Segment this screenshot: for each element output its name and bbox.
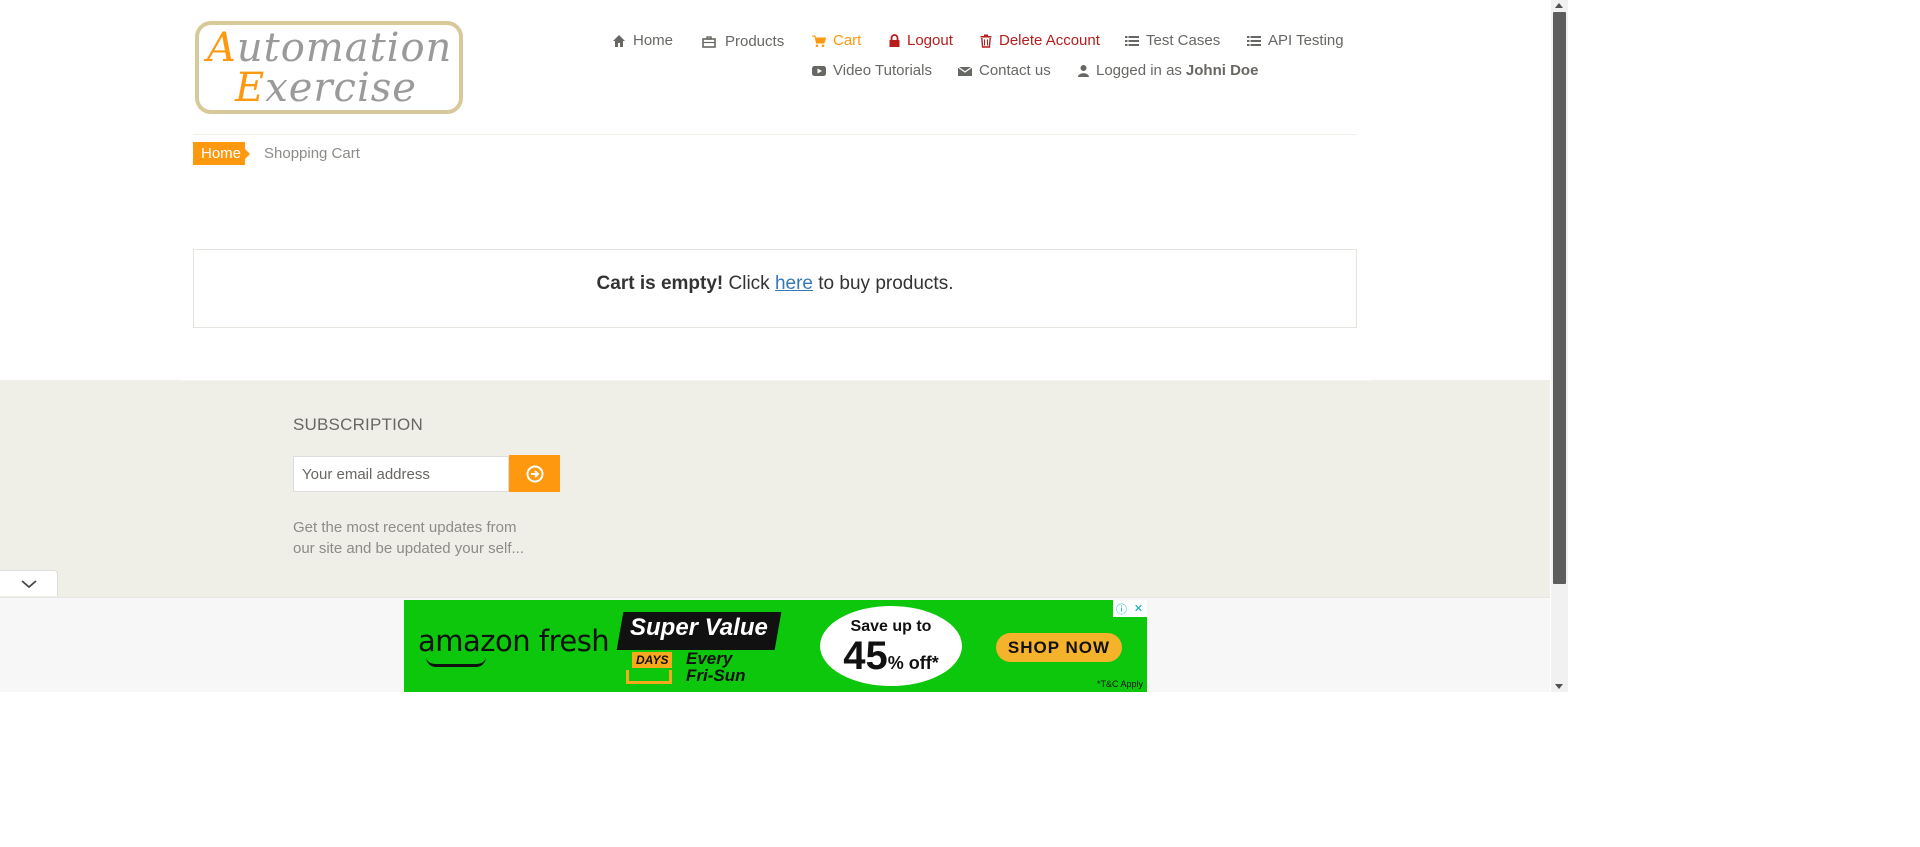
footer: [0, 380, 1550, 600]
nav-contact-us-label: Contact us: [979, 62, 1051, 79]
scrollbar-thumb[interactable]: [1553, 12, 1566, 584]
ad-collapse-toggle[interactable]: [0, 570, 58, 596]
nav-api-testing[interactable]: API Testing: [1247, 32, 1344, 49]
ad-controls: ⓘ ✕: [1113, 600, 1147, 617]
logged-in-prefix: Logged in as: [1096, 62, 1182, 79]
empty-cart-click-text: Click: [723, 273, 775, 294]
nav-cart-label: Cart: [833, 32, 862, 49]
ad-cart-icon: [626, 670, 672, 684]
ad-shop-now-button[interactable]: SHOP NOW: [996, 633, 1122, 662]
nav-home[interactable]: Home: [612, 32, 673, 49]
lock-icon: [889, 33, 900, 47]
nav-test-cases-label: Test Cases: [1146, 32, 1221, 49]
logo-line-2: Exercise: [235, 65, 417, 111]
ad-discount-badge: Save up to 45% off*: [820, 606, 962, 686]
subscribe-button[interactable]: [509, 455, 560, 492]
ad-terms: *T&C Apply: [1096, 679, 1143, 689]
nav-logout[interactable]: Logout: [889, 32, 953, 49]
nav-cart[interactable]: Cart: [812, 32, 861, 49]
list-icon: [1247, 35, 1261, 46]
briefcase-icon: [702, 35, 716, 48]
nav-logged-in-as: Logged in as Johni Doe: [1078, 62, 1258, 79]
site-logo[interactable]: Automation Exercise: [195, 21, 463, 114]
breadcrumb-current: Shopping Cart: [264, 145, 360, 162]
nav-video-tutorials-label: Video Tutorials: [833, 62, 932, 79]
nav-test-cases[interactable]: Test Cases: [1125, 32, 1220, 49]
envelope-icon: [958, 66, 972, 76]
cart-icon: [812, 35, 826, 47]
logged-in-username: Johni Doe: [1185, 62, 1259, 79]
empty-cart-message: Cart is empty! Click here to buy product…: [193, 249, 1357, 328]
subscription-email-input[interactable]: Your email address: [293, 456, 509, 492]
buy-products-link[interactable]: here: [775, 273, 813, 294]
amazon-smile-icon: [426, 657, 486, 667]
nav-products-label: Products: [725, 33, 785, 50]
breadcrumb-home[interactable]: Home: [193, 142, 250, 165]
subscription-description: Get the most recent updates from our sit…: [293, 519, 524, 557]
ad-days: DAYS: [632, 652, 673, 668]
home-icon: [613, 34, 625, 47]
nav-products[interactable]: Products: [702, 33, 784, 50]
chevron-down-icon: [20, 579, 37, 588]
nav-home-label: Home: [633, 32, 674, 49]
close-icon[interactable]: ✕: [1130, 600, 1147, 617]
page-scrollbar[interactable]: [1551, 0, 1568, 692]
scroll-down-arrow[interactable]: [1555, 684, 1563, 689]
nav-delete-account[interactable]: Delete Account: [980, 32, 1100, 49]
list-icon: [1125, 35, 1139, 46]
nav-logout-label: Logout: [907, 32, 953, 49]
subscription-title: SUBSCRIPTION: [293, 415, 423, 434]
trash-icon: [980, 34, 992, 48]
youtube-icon: [812, 65, 826, 76]
scroll-up-arrow[interactable]: [1555, 3, 1563, 8]
nav-delete-account-label: Delete Account: [999, 32, 1100, 49]
nav-contact-us[interactable]: Contact us: [958, 62, 1051, 79]
header-divider: [193, 134, 1357, 135]
arrow-circle-right-icon: [526, 465, 543, 482]
empty-cart-suffix: to buy products.: [813, 273, 954, 294]
nav-api-testing-label: API Testing: [1268, 32, 1344, 49]
info-icon[interactable]: ⓘ: [1113, 600, 1130, 617]
nav-video-tutorials[interactable]: Video Tutorials: [812, 62, 932, 79]
empty-cart-heading: Cart is empty!: [596, 273, 724, 294]
ad-brand: amazon fresh: [418, 624, 610, 658]
ad-every-fri-sun: Every Fri-Sun: [686, 649, 746, 685]
ad-super-value: Super Value: [630, 614, 768, 641]
amazon-fresh-ad[interactable]: amazon fresh Super Value DAYS Every Fri-S…: [404, 600, 1147, 692]
user-icon: [1078, 64, 1089, 77]
